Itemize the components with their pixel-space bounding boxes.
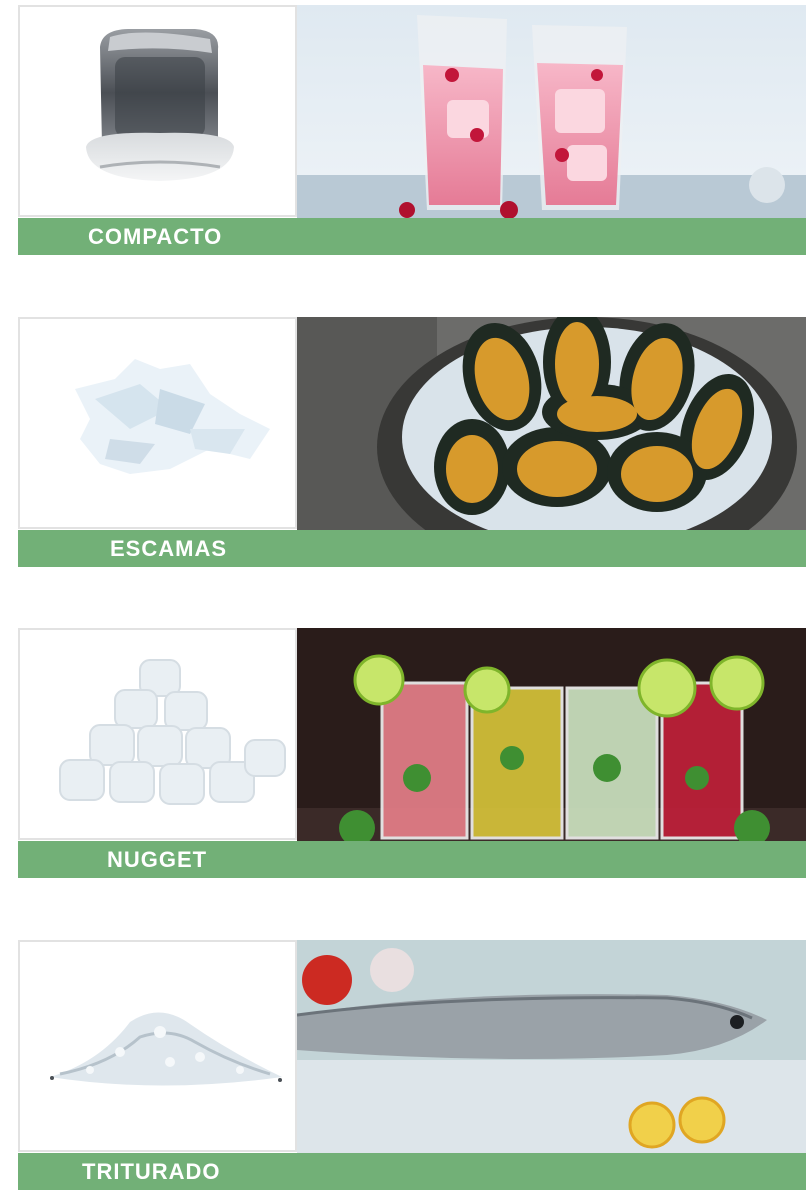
- pink-cranberry-drinks-photo: [297, 5, 806, 218]
- fish-on-crushed-ice-photo: [297, 940, 806, 1153]
- ice-type-card-triturado: TRITURADO: [18, 940, 806, 1190]
- mussels-on-ice-photo: [297, 317, 806, 530]
- label-bar: COMPACTO: [18, 218, 806, 255]
- mojito-cocktails-photo: [297, 628, 806, 841]
- crushed-ice-pile-image: [18, 940, 297, 1152]
- ice-type-card-compacto: COMPACTO: [18, 5, 806, 255]
- ice-type-card-escamas: ESCAMAS: [18, 317, 806, 567]
- ice-type-card-nugget: NUGGET: [18, 628, 806, 878]
- label-bar: TRITURADO: [18, 1153, 806, 1190]
- label-bar: NUGGET: [18, 841, 806, 878]
- ice-type-label: TRITURADO: [82, 1159, 221, 1184]
- ice-type-label: COMPACTO: [88, 224, 223, 249]
- label-bar: ESCAMAS: [18, 530, 806, 567]
- ice-type-label: ESCAMAS: [110, 536, 228, 561]
- compact-ice-cube-image: [18, 5, 297, 217]
- flake-ice-image: [18, 317, 297, 529]
- nugget-ice-image: [18, 628, 297, 840]
- ice-type-label: NUGGET: [107, 847, 208, 872]
